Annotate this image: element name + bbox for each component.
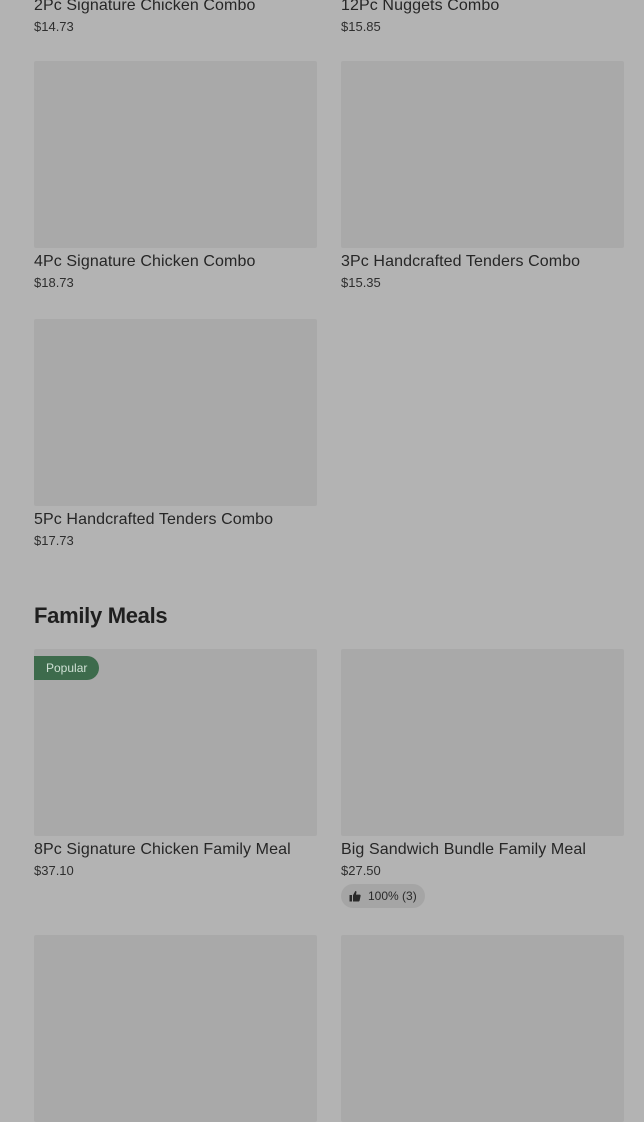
menu-item-price: $17.73 bbox=[34, 533, 74, 548]
menu-item-price: $15.35 bbox=[341, 275, 381, 290]
rating-badge: 100% (3) bbox=[341, 884, 425, 908]
menu-item-image bbox=[34, 319, 317, 506]
menu-item-image bbox=[34, 61, 317, 248]
menu-item-card[interactable]: Popular 8Pc Signature Chicken Family Mea… bbox=[34, 649, 317, 879]
menu-item-card[interactable]: 2Pc Signature Chicken Combo $14.73 bbox=[34, 0, 317, 35]
menu-item-name: 12Pc Nuggets Combo bbox=[341, 0, 500, 14]
menu-item-card[interactable]: 4Pc Signature Chicken Combo $18.73 bbox=[34, 61, 317, 291]
menu-item-image: Popular bbox=[34, 649, 317, 836]
thumbs-up-icon bbox=[349, 890, 361, 902]
menu-item-name: 5Pc Handcrafted Tenders Combo bbox=[34, 511, 274, 528]
menu-item-image bbox=[341, 649, 624, 836]
menu-item-image bbox=[341, 935, 624, 1122]
menu-item-card[interactable]: 12Pc Nuggets Combo $15.85 bbox=[341, 0, 624, 35]
menu-item-name: 2Pc Signature Chicken Combo bbox=[34, 0, 256, 14]
menu-item-name: 4Pc Signature Chicken Combo bbox=[34, 253, 256, 270]
menu-item-name: 8Pc Signature Chicken Family Meal bbox=[34, 841, 291, 858]
menu-item-price: $15.85 bbox=[341, 19, 381, 34]
menu-item-card[interactable] bbox=[341, 935, 624, 1122]
menu-page: 2Pc Signature Chicken Combo $14.73 12Pc … bbox=[0, 0, 644, 1122]
menu-item-price: $27.50 bbox=[341, 863, 381, 878]
menu-item-image bbox=[34, 935, 317, 1122]
rating-text: 100% (3) bbox=[368, 889, 417, 903]
menu-item-price: $18.73 bbox=[34, 275, 74, 290]
menu-item-card[interactable]: 3Pc Handcrafted Tenders Combo $15.35 bbox=[341, 61, 624, 291]
menu-item-price: $14.73 bbox=[34, 19, 74, 34]
menu-item-price: $37.10 bbox=[34, 863, 74, 878]
popular-badge: Popular bbox=[34, 656, 100, 680]
menu-item-name: Big Sandwich Bundle Family Meal bbox=[341, 841, 586, 858]
menu-item-card[interactable] bbox=[34, 935, 317, 1122]
section-title-family-meals: Family Meals bbox=[34, 603, 168, 628]
menu-item-image bbox=[341, 61, 624, 248]
menu-item-card[interactable]: Big Sandwich Bundle Family Meal $27.50 1… bbox=[341, 649, 624, 908]
menu-item-card[interactable]: 5Pc Handcrafted Tenders Combo $17.73 bbox=[34, 319, 317, 549]
menu-item-name: 3Pc Handcrafted Tenders Combo bbox=[341, 253, 581, 270]
